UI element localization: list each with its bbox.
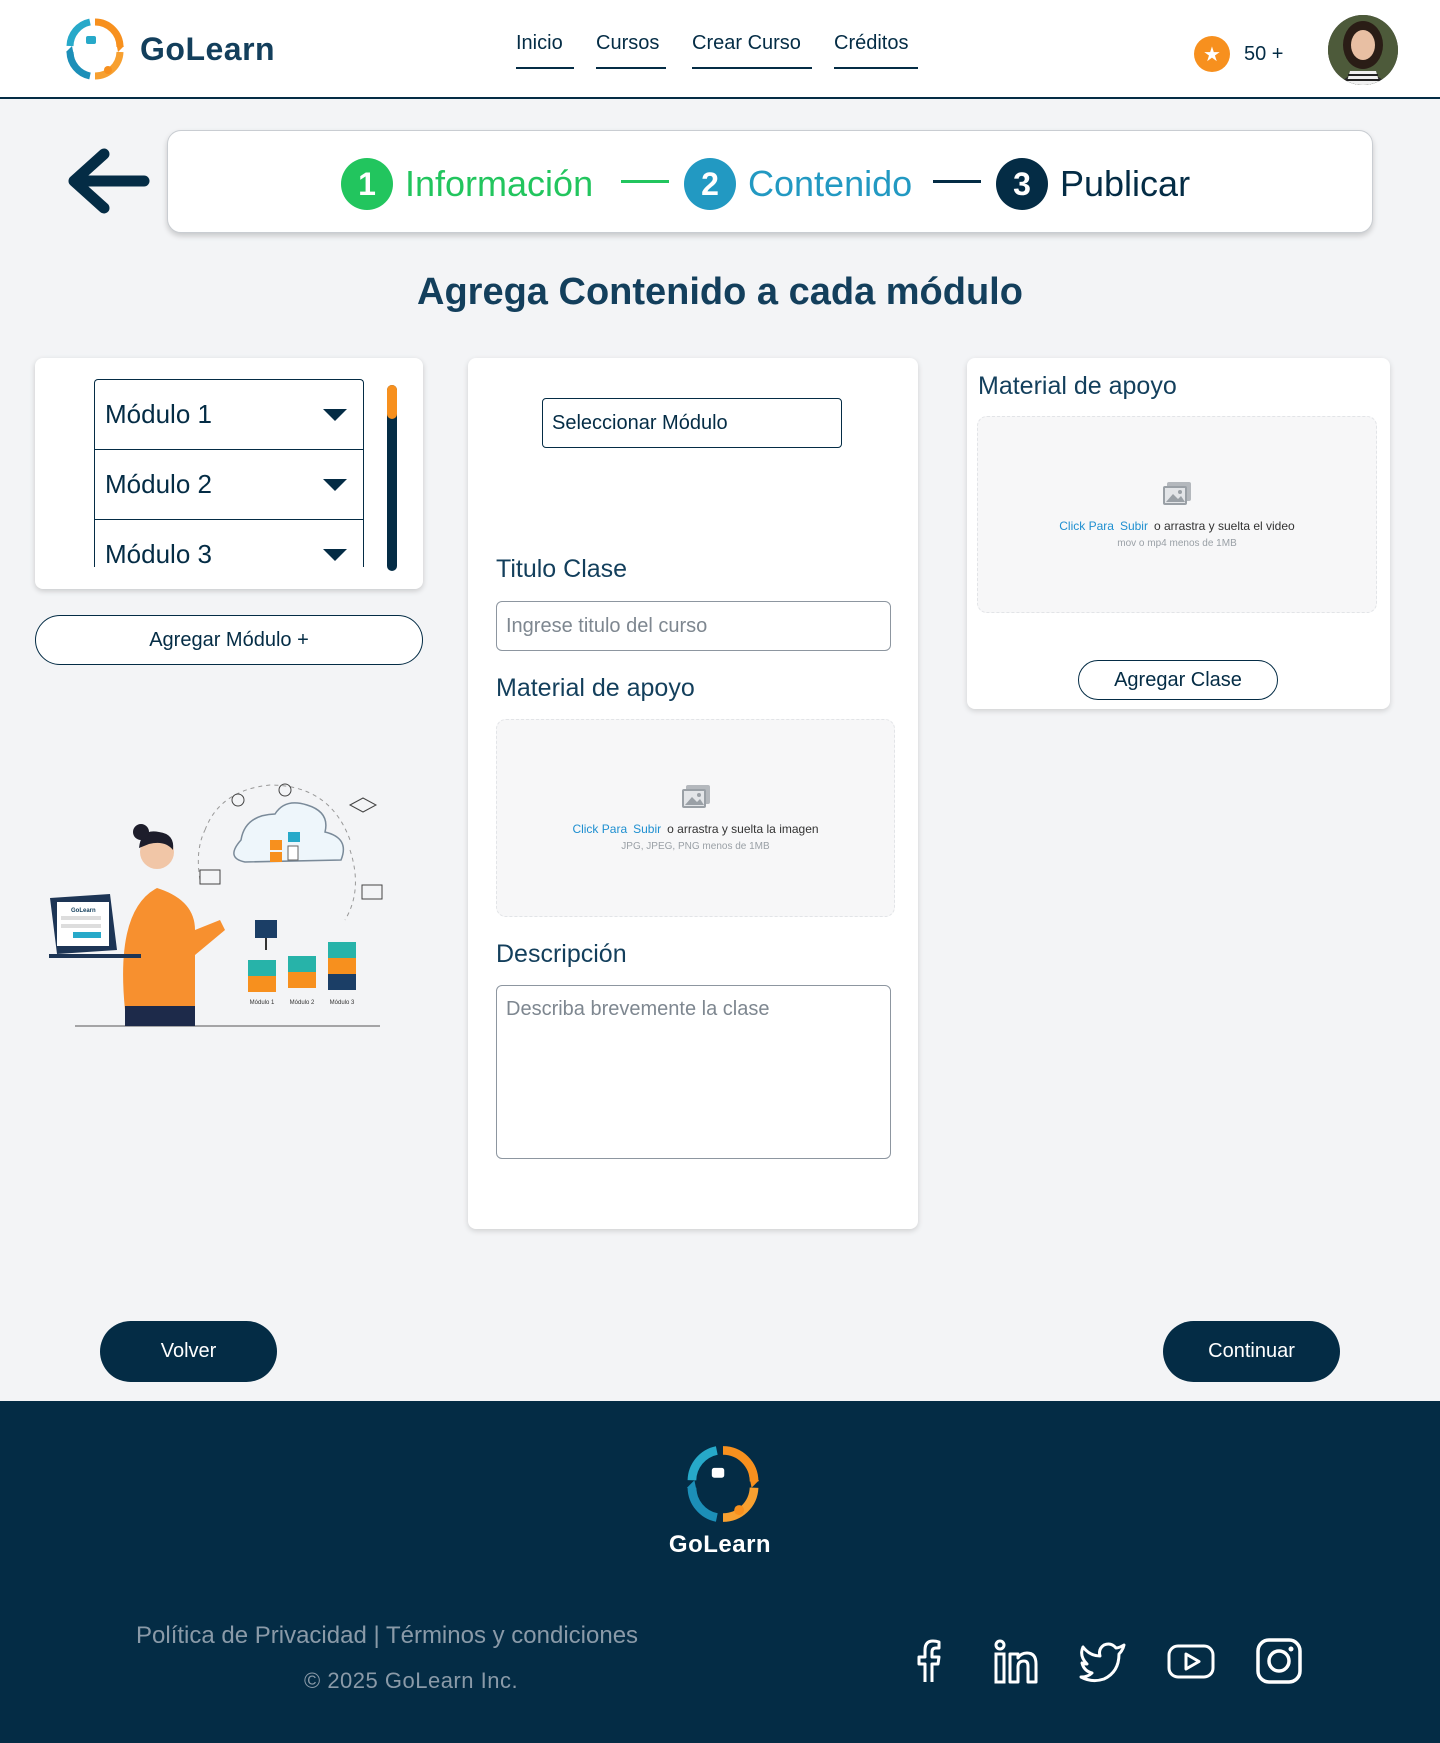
modules-scrollbar[interactable] bbox=[387, 385, 397, 571]
description-label: Descripción bbox=[496, 940, 627, 968]
image-icon bbox=[681, 785, 710, 808]
footer: GoLearn Política de Privacidad | Término… bbox=[0, 1401, 1440, 1743]
illus-module-label: Módulo 2 bbox=[290, 1000, 315, 1006]
step-connector bbox=[933, 180, 981, 183]
credits-value: 50 + bbox=[1244, 42, 1284, 65]
module-label: Módulo 1 bbox=[105, 399, 212, 429]
instagram-icon[interactable] bbox=[1254, 1636, 1304, 1686]
module-label: Módulo 2 bbox=[105, 469, 212, 499]
modules-list: Módulo 1 Módulo 2 Módulo 3 bbox=[94, 379, 364, 567]
upload-hint: mov o mp4 menos de 1MB bbox=[1117, 537, 1237, 549]
scrollbar-thumb[interactable] bbox=[387, 385, 397, 419]
main-nav: Inicio Cursos Crear Curso Créditos bbox=[516, 32, 940, 69]
step-number: 2 bbox=[684, 158, 736, 210]
module-blocks bbox=[248, 942, 356, 992]
add-module-button[interactable]: Agregar Módulo + bbox=[35, 615, 423, 665]
golearn-logo-icon[interactable] bbox=[683, 1443, 763, 1525]
modules-panel: Módulo 1 Módulo 2 Módulo 3 bbox=[35, 358, 423, 589]
image-upload-dropzone[interactable]: Click Para Subir o arrastra y suelta la im… bbox=[496, 719, 895, 917]
class-form: Seleccionar Módulo Titulo Clase Material… bbox=[468, 358, 918, 1229]
twitter-icon[interactable] bbox=[1078, 1636, 1128, 1686]
step-informacion[interactable]: 1 Información bbox=[341, 158, 593, 210]
back-arrow-icon[interactable] bbox=[66, 146, 150, 216]
nav-creditos[interactable]: Créditos bbox=[834, 32, 918, 69]
illus-logo-text: GoLearn bbox=[71, 908, 96, 914]
footer-links: Política de Privacidad | Términos y cond… bbox=[136, 1622, 638, 1650]
course-illustration: Módulo 1 Módulo 2 Módulo 3 GoLearn bbox=[49, 783, 383, 1027]
add-class-button[interactable]: Agregar Clase bbox=[1078, 660, 1278, 700]
brand-name: GoLearn bbox=[140, 30, 276, 67]
illus-module-label: Módulo 3 bbox=[330, 1000, 355, 1006]
illus-module-label: Módulo 1 bbox=[250, 1000, 275, 1006]
step-label: Contenido bbox=[748, 163, 913, 204]
star-icon: ★ bbox=[1194, 36, 1230, 72]
upload-text: o arrastra y suelta la imagen bbox=[667, 822, 819, 836]
avatar[interactable] bbox=[1328, 15, 1398, 85]
top-header: GoLearn Inicio Cursos Crear Curso Crédit… bbox=[0, 0, 1440, 99]
privacy-link[interactable]: Política de Privacidad bbox=[136, 1622, 367, 1649]
progress-stepper: 1 Información 2 Contenido 3 Publicar bbox=[167, 130, 1373, 233]
youtube-icon[interactable] bbox=[1166, 1636, 1216, 1686]
facebook-icon[interactable] bbox=[904, 1636, 954, 1686]
step-contenido[interactable]: 2 Contenido bbox=[684, 158, 912, 210]
terms-link[interactable]: Términos y condiciones bbox=[386, 1622, 638, 1649]
module-label: Módulo 3 bbox=[105, 539, 212, 567]
link-separator: | bbox=[366, 1622, 386, 1649]
page-title: Agrega Contenido a cada módulo bbox=[417, 271, 1023, 313]
image-icon bbox=[1163, 481, 1191, 505]
step-publicar[interactable]: 3 Publicar bbox=[996, 158, 1190, 210]
brand[interactable]: GoLearn bbox=[64, 16, 275, 82]
module-item-3[interactable]: Módulo 3 bbox=[94, 519, 364, 567]
continue-button[interactable]: Continuar bbox=[1163, 1321, 1340, 1382]
back-button[interactable]: Volver bbox=[100, 1321, 277, 1382]
title-label: Titulo Clase bbox=[496, 555, 628, 583]
step-connector bbox=[621, 180, 669, 183]
caret-down-icon[interactable] bbox=[323, 548, 347, 561]
support-title: Material de apoyo bbox=[978, 372, 1177, 400]
copyright: © 2025 GoLearn Inc. bbox=[304, 1668, 519, 1693]
step-label: Información bbox=[405, 163, 594, 204]
module-item-1[interactable]: Módulo 1 bbox=[94, 379, 364, 449]
upload-link[interactable]: Subir bbox=[1120, 519, 1148, 533]
linkedin-icon[interactable] bbox=[990, 1636, 1040, 1686]
footer-brand: GoLearn bbox=[668, 1531, 772, 1558]
nav-cursos[interactable]: Cursos bbox=[596, 32, 666, 69]
upload-instructions: Click Para Subir o arrastra y suelta el vi… bbox=[1059, 519, 1294, 533]
upload-link[interactable]: Subir bbox=[633, 822, 661, 836]
support-material-panel: Material de apoyo Click Para Subir o arras… bbox=[967, 358, 1390, 709]
video-upload-dropzone[interactable]: Click Para Subir o arrastra y suelta el vi… bbox=[977, 416, 1377, 613]
golearn-logo-icon bbox=[66, 18, 124, 80]
module-item-2[interactable]: Módulo 2 bbox=[94, 449, 364, 519]
upload-text: o arrastra y suelta el video bbox=[1153, 518, 1295, 533]
user-avatar-image bbox=[1328, 15, 1398, 85]
class-title-input[interactable] bbox=[496, 601, 891, 651]
step-label: Publicar bbox=[1060, 163, 1191, 204]
step-number: 3 bbox=[996, 158, 1048, 210]
material-label: Material de apoyo bbox=[496, 674, 695, 702]
caret-down-icon[interactable] bbox=[323, 408, 347, 421]
upload-link[interactable]: Click Para bbox=[1059, 519, 1114, 533]
step-number: 1 bbox=[341, 158, 393, 210]
credits-display[interactable]: ★ 50 + bbox=[1194, 36, 1283, 72]
upload-instructions: Click Para Subir o arrastra y suelta la im… bbox=[572, 822, 818, 836]
select-module-dropdown[interactable]: Seleccionar Módulo bbox=[542, 398, 842, 448]
caret-down-icon[interactable] bbox=[323, 478, 347, 491]
description-textarea[interactable] bbox=[496, 985, 891, 1159]
upload-link[interactable]: Click Para bbox=[572, 822, 627, 836]
upload-hint: JPG, JPEG, PNG menos de 1MB bbox=[621, 841, 770, 852]
nav-inicio[interactable]: Inicio bbox=[516, 32, 574, 69]
nav-crear-curso[interactable]: Crear Curso bbox=[692, 32, 812, 69]
